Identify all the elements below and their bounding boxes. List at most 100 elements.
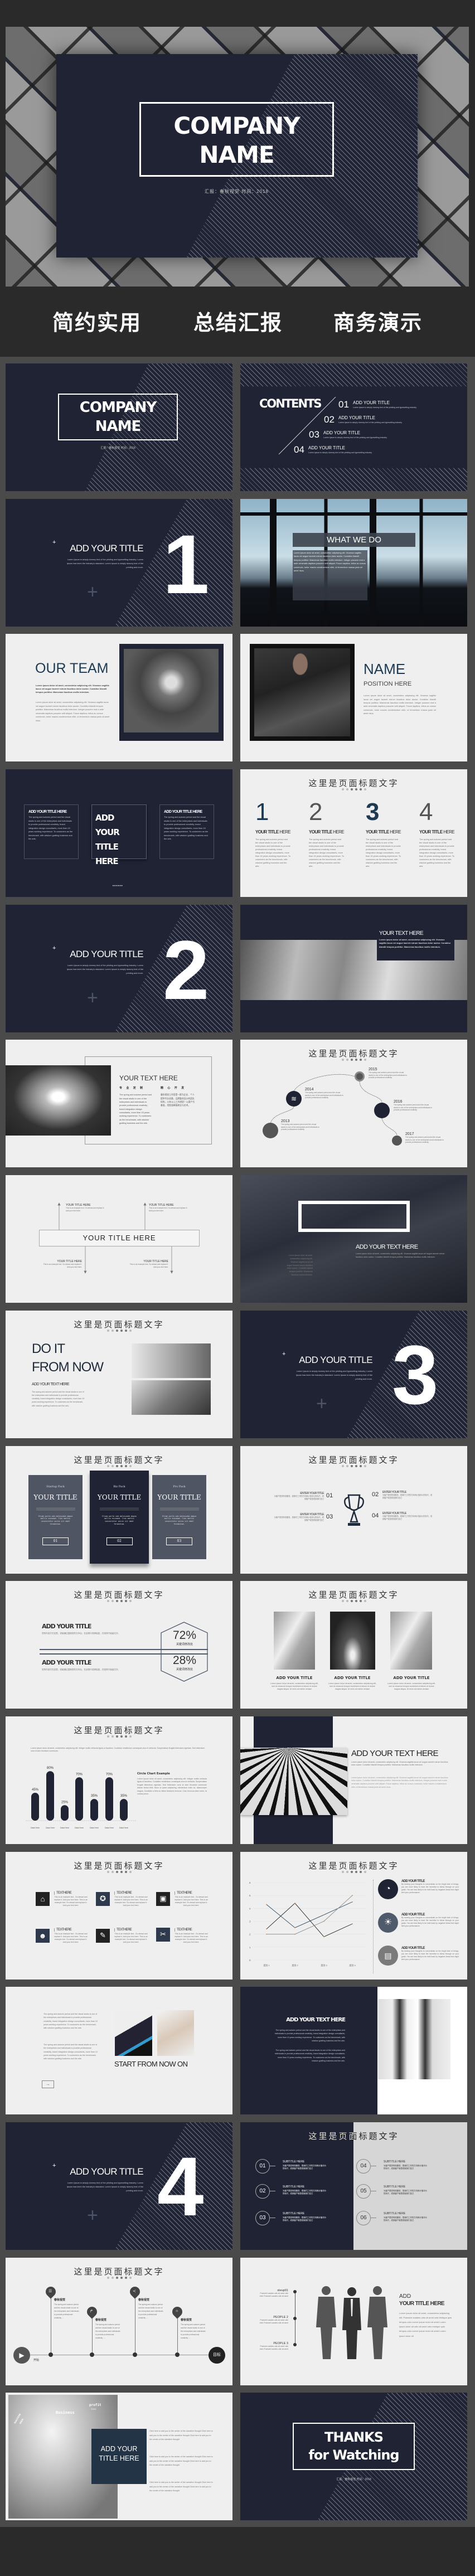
house-icon: ⌂ (36, 1891, 50, 1906)
tagline-1: 简约实用 (52, 311, 142, 335)
white-frame (298, 1201, 410, 1233)
slide-business: profit loss Business SUCCESS IDEA ADD YO… (6, 2393, 232, 2521)
award-icon: ✪ (96, 1891, 110, 1906)
business-text-1: Click here to add you to the center of t… (149, 2430, 213, 2441)
hero-subtitle: 汇报：春秋视觉 时间：2018 (204, 189, 269, 194)
slide-numbered-list: 这里是页面标题文字 01 SUBTITLE HERE 为客户提供有效服务，是我们工作… (240, 2122, 467, 2250)
x-tick-label: 类别 4 (349, 1963, 356, 1967)
card-button: 02 (106, 1537, 133, 1545)
pin-glyph: ☰ (49, 2289, 52, 2293)
item-number: 02 (255, 2184, 270, 2199)
slide-your-text-here: YOUR TEXT HERE Lorem ipsum dolor sit ame… (240, 904, 467, 1032)
data-point (352, 1901, 353, 1903)
title-dots (240, 1600, 467, 1603)
item-desc: 为客户提供有效服务，是我们工作的方向和价值评价的标尺，成就客户就是成就我们自己 (283, 2189, 326, 2195)
walkers-title: ADD YOUR TEXT HERE (286, 2017, 346, 2024)
pagination-dots: •••••• (113, 885, 123, 889)
icon-item: TEXTHERE This is an example text . Go ahe… (114, 1891, 148, 1907)
side-text: Lorem ipsum dolor sit amet, consectetur … (137, 1777, 207, 1795)
section-number: 4 (157, 2139, 204, 2233)
section-text: Lorem Ipsum is simply dummy text of the … (39, 558, 143, 570)
page-title: 这里是页面标题文字 (74, 1860, 164, 1871)
card-label: Startup Pack (46, 1485, 65, 1488)
timeline-dot (90, 2352, 94, 2357)
box-left: ADD YOUR TITLE HERE The spring and autum… (24, 804, 79, 860)
item-title: ADD YOUR TITLE (323, 430, 360, 435)
box-text: The spring and autumn period and the vis… (28, 816, 73, 841)
text-line: Ipsum has been the industry's standard. … (66, 2185, 143, 2188)
category-label: Data Here (105, 1827, 114, 1829)
plus-decoration-icon: + (87, 581, 98, 603)
pin-glyph: ↱ (90, 2309, 93, 2313)
text-line: Lorem Ipsum is simply dummy text of the … (67, 2181, 143, 2184)
text-line: printing and more. (355, 1377, 372, 1380)
text-line: Ipsum has been the industry's standard. … (295, 1374, 372, 1376)
bar (105, 1777, 113, 1821)
presentation-icon: ▣ (156, 1891, 170, 1906)
slide-trophy: 这里是页面标题文字 ENTER YOUR TITLE 为客户提供有效服务，是我们工… (240, 1445, 467, 1574)
card-label: Biz Pack (113, 1485, 125, 1488)
text-line: printing and more. (126, 972, 143, 974)
title-dots (240, 1464, 467, 1467)
category-label: Data Here (60, 1827, 69, 1829)
bar (120, 1799, 128, 1821)
center-title-box: YOUR TITLE HERE (39, 1230, 200, 1247)
percent-text-2: 您的内容打在这里，或者通过复制您的文本后，在此框中选择粘贴，并选择只保留文字。 (42, 1668, 120, 1671)
data-point (352, 1894, 353, 1896)
category-label: Data Here (90, 1827, 99, 1829)
slide-mountain: ADD YOUR TEXT HERE Lorem ipsum dolor sit… (240, 1175, 467, 1303)
page-title: 这里是页面标题文字 (74, 1454, 164, 1465)
bar (61, 1805, 69, 1821)
card-startup: Startup Pack YOUR TITLE Etiam porta sem … (28, 1474, 83, 1559)
pin-item: 春秋视觉 The spring and autumn period and the… (181, 2318, 206, 2340)
clock-icon: ◔ (378, 1879, 398, 1899)
staircase-photo (274, 1612, 315, 1670)
card-title: YOUR TITLE (33, 1493, 77, 1501)
box-center: ADD YOUR TITLE HERE (91, 804, 147, 866)
title-line: TITLE HERE (99, 2454, 139, 2463)
page-title: 这里是页面标题文字 (308, 1590, 399, 1600)
slide-curve-timeline: 这里是页面标题文字 ≋ 2013 The spring and autumn pe… (240, 1040, 467, 1168)
photo-desc-2: Lorem ipsum dolor sit amet, consectetur … (328, 1682, 376, 1690)
category-label: Data Here (75, 1827, 84, 1829)
section-text: Lorem Ipsum is simply dummy text of the … (39, 2181, 143, 2193)
year-2014: 2014 The spring and autumn period and the… (305, 1088, 343, 1099)
line-item-3: ADD YOUR TITLE By training your thoughts … (401, 1946, 459, 1961)
bar (46, 1771, 54, 1821)
column-4: 4 YOUR TITLE HERE The spring and autumn pe… (419, 798, 458, 868)
item-desc: Lorem Ipsum is simply dummy text of the … (308, 452, 372, 454)
photo-word: Business (56, 2410, 75, 2415)
page-title: 这里是页面标题文字 (74, 1590, 164, 1600)
lightbulb-icon: ☀ (378, 1912, 398, 1933)
column-number: 4 (419, 798, 433, 826)
item-subtitle: SUBTITLE HERE (384, 2185, 406, 2189)
business-text-3: Click here to add you to the center of t… (149, 2481, 213, 2492)
card-pro: Pro Pack YOUR TITLE Etiam porta sem male… (152, 1474, 206, 1559)
data-point (323, 1935, 324, 1937)
x-tick-label: 类别 1 (263, 1963, 270, 1967)
text-line: Lorem Ipsum is simply dummy text of the … (67, 964, 143, 967)
slide-icons-grid: 这里是页面标题文字 ⌂ ✪ ▣ ☻ ✎ ✂ TEXTHERE This is an… (6, 1851, 232, 1980)
contents-item-02: 02 ADD YOUR TITLE Lorem Ipsum is simply du… (324, 414, 402, 425)
title-dots (6, 2276, 232, 2279)
page-title: 这里是页面标题文字 (308, 2131, 399, 2141)
slide-start-from-now: The spring and autumn period and the vis… (6, 1987, 232, 2115)
box-text: Lorem ipsum dolor sit amet, consectetur … (379, 938, 451, 948)
corridor-photo (330, 1612, 375, 1670)
what-we-do-text: Lorem ipsum dolor sit amet, consectetur … (293, 550, 367, 600)
slide-section-2: + ADD YOUR TITLE Lorem Ipsum is simply d… (6, 904, 232, 1032)
do-it-subtitle: ADD YOUR TEXT HERE (32, 1382, 70, 1386)
item-number: 01 (338, 399, 349, 410)
box-text: The spring and autumn period and the vis… (164, 816, 209, 841)
tree-item-bottom-right: YOUR TITLE HERE This is an example text. … (129, 1260, 168, 1269)
item-number: 03 (255, 2210, 270, 2225)
step-dot (293, 2342, 297, 2346)
column-title: YOUR TITLE HERE (419, 829, 455, 835)
trophy-item-03: ENTER YOUR TITLE 为客户提供有效服务，是我们工作的方向和价值评价的… (274, 1512, 324, 1521)
photo-desc-1: Lorem ipsum dolor sit amet, consectetur … (270, 1682, 318, 1690)
person-position: POSITION HERE (363, 681, 412, 688)
staircase-photo-2 (390, 1612, 432, 1670)
percent-text-1: 您的内容打在这里，或者通过复制您的文本后，在此框中选择粘贴，并选择只保留文字。 (42, 1632, 120, 1635)
slide-walkers: ADD YOUR TEXT HERE The spring and autumn… (240, 1987, 467, 2115)
contents-item-04: 04 ADD YOUR TITLE Lorem Ipsum is simply du… (294, 444, 372, 455)
